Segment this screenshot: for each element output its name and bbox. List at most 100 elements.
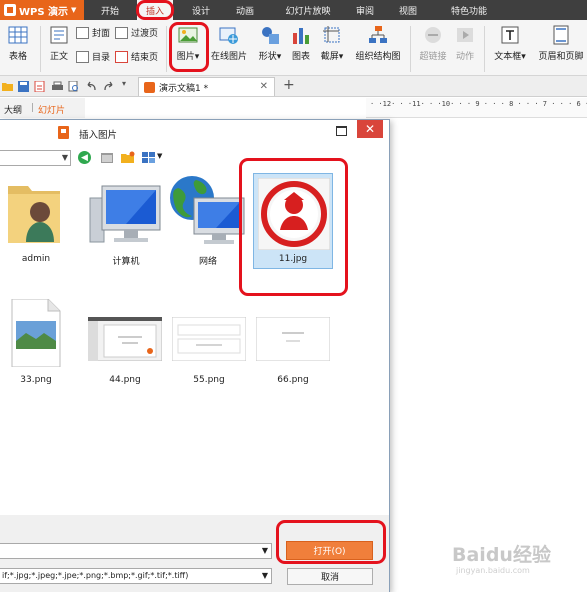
text-body-button[interactable]: 正文	[45, 20, 73, 62]
save-icon[interactable]	[18, 81, 29, 92]
app-menu-button[interactable]: WPS 演示 ▼	[0, 0, 84, 20]
cover-button[interactable]: 封面	[76, 26, 110, 39]
org-chart-icon	[369, 26, 387, 43]
screenshot-icon	[323, 26, 340, 43]
print-preview-icon[interactable]	[68, 81, 79, 92]
screenshot-button[interactable]: 截屏▾	[316, 20, 348, 62]
export-pdf-icon[interactable]	[34, 81, 45, 92]
textbox-button[interactable]: 文本框▾	[489, 20, 531, 62]
user-folder-icon	[8, 186, 60, 243]
print-icon[interactable]	[52, 81, 63, 92]
presentation-icon	[144, 81, 155, 93]
maximize-icon[interactable]	[336, 126, 347, 136]
back-arrow-icon[interactable]: ◀	[78, 151, 91, 164]
picture-button[interactable]: 图片▾	[172, 20, 204, 62]
slide-canvas[interactable]	[390, 119, 587, 592]
undo-icon[interactable]	[86, 81, 97, 92]
tab-view[interactable]: 视图	[388, 0, 428, 20]
tab-animation[interactable]: 动画	[226, 0, 264, 20]
transition-icon	[115, 26, 128, 39]
view-mode-icon[interactable]	[142, 151, 156, 164]
transition-page-button[interactable]: 过渡页	[115, 26, 158, 39]
file-name: 33.png	[20, 375, 52, 385]
tab-review[interactable]: 审阅	[346, 0, 384, 20]
hyperlink-label: 超链接	[419, 52, 447, 62]
app-name: WPS 演示	[19, 6, 69, 18]
toc-icon	[76, 50, 89, 63]
action-button[interactable]: 动作	[452, 20, 478, 62]
cancel-button[interactable]: 取消	[287, 568, 373, 585]
shape-button[interactable]: 形状▾	[254, 20, 286, 62]
file-name: 11.jpg	[278, 254, 308, 264]
tab-start[interactable]: 开始	[89, 0, 131, 20]
network-icon	[170, 176, 245, 244]
new-folder-icon[interactable]	[121, 151, 135, 164]
document-tab[interactable]: 演示文稿1 * ✕	[138, 77, 275, 96]
header-footer-icon	[553, 25, 569, 45]
up-folder-icon[interactable]	[100, 151, 114, 164]
customize-dropdown-icon[interactable]: ▾	[122, 79, 133, 90]
slide-thumbnail-icon	[88, 317, 162, 361]
location-combobox[interactable]: ▼	[0, 150, 71, 166]
text-body-label: 正文	[49, 52, 68, 62]
file-name-combobox[interactable]: ▼	[0, 543, 272, 559]
dialog-title: 插入图片	[79, 130, 118, 141]
portrait-seal-image-icon	[258, 178, 330, 250]
file-type-combobox[interactable]: if;*.jpg;*.jpeg;*.jpe;*.png;*.bmp;*.gif;…	[0, 568, 272, 584]
shapes-icon	[262, 27, 279, 44]
screenshot-label: 截屏▾	[320, 52, 344, 62]
toc-label: 目录	[92, 53, 111, 63]
end-page-button[interactable]: 结束页	[115, 50, 158, 63]
chart-button[interactable]: 图表	[289, 20, 313, 62]
file-item[interactable]: 55.png	[170, 295, 248, 395]
end-page-label: 结束页	[131, 53, 159, 63]
file-item[interactable]: 网络	[168, 170, 248, 270]
open-folder-icon[interactable]	[2, 81, 13, 92]
hyperlink-icon	[425, 27, 441, 43]
dialog-titlebar: 插入图片 ✕	[0, 120, 389, 145]
horizontal-ruler: · ·12· · ·11· · ·10· · · 9 · · · 8 · · ·…	[366, 98, 587, 118]
tab-design[interactable]: 设计	[182, 0, 220, 20]
header-footer-button[interactable]: 页眉和页脚	[535, 20, 587, 62]
org-chart-button[interactable]: 组织结构图	[352, 20, 404, 62]
file-name: 网络	[198, 257, 217, 267]
online-picture-button[interactable]: 在线图片	[208, 20, 250, 62]
quick-access-bar: ▾ 演示文稿1 * ✕ +	[0, 76, 587, 97]
close-dialog-button[interactable]: ✕	[357, 120, 383, 138]
online-picture-label: 在线图片	[210, 52, 247, 62]
chevron-down-icon: ▼	[261, 571, 268, 580]
new-tab-icon[interactable]: +	[283, 77, 295, 93]
picture-icon	[178, 27, 198, 43]
close-tab-icon[interactable]: ✕	[260, 81, 268, 92]
computer-icon	[89, 185, 161, 243]
online-picture-icon	[219, 27, 238, 44]
file-item[interactable]: 44.png	[86, 295, 164, 395]
file-item[interactable]: 计算机	[86, 170, 166, 270]
end-page-icon	[115, 50, 128, 63]
toc-button[interactable]: 目录	[76, 50, 110, 63]
textbox-icon	[501, 26, 519, 44]
presentation-icon	[58, 126, 69, 139]
table-button[interactable]: 表格	[2, 20, 34, 62]
ribbon-separator	[166, 26, 167, 72]
tab-insert[interactable]: 插入	[137, 0, 173, 20]
view-dropdown-icon[interactable]: ▼	[157, 152, 162, 160]
tab-slideshow[interactable]: 幻灯片放映	[276, 0, 340, 20]
open-button[interactable]: 打开(O)	[286, 541, 373, 560]
file-item[interactable]: 33.png	[0, 295, 72, 395]
document-title: 演示文稿1 *	[159, 83, 209, 94]
redo-icon[interactable]	[103, 81, 114, 92]
hyperlink-button[interactable]: 超链接	[416, 20, 450, 62]
tab-slides[interactable]: 幻灯片	[38, 103, 65, 116]
chevron-down-icon: ▼	[261, 546, 268, 555]
tab-outline[interactable]: 大纲	[4, 103, 22, 116]
file-item[interactable]: admin	[0, 170, 72, 270]
file-item-selected[interactable]: 11.jpg	[253, 173, 333, 269]
insert-picture-dialog: 插入图片 ✕ ▼ ◀ ▼ admin 计算机 网络 11.jpg 33.png …	[0, 119, 390, 592]
menu-bar: WPS 演示 ▼ 开始 插入 设计 动画 幻灯片放映 审阅 视图 特色功能	[0, 0, 587, 20]
file-name: 计算机	[112, 257, 140, 267]
tab-special[interactable]: 特色功能	[436, 0, 502, 20]
org-chart-label: 组织结构图	[355, 52, 401, 62]
file-list: admin 计算机 网络 11.jpg 33.png 44.png 55.png…	[0, 170, 389, 515]
file-item[interactable]: 66.png	[254, 295, 332, 395]
